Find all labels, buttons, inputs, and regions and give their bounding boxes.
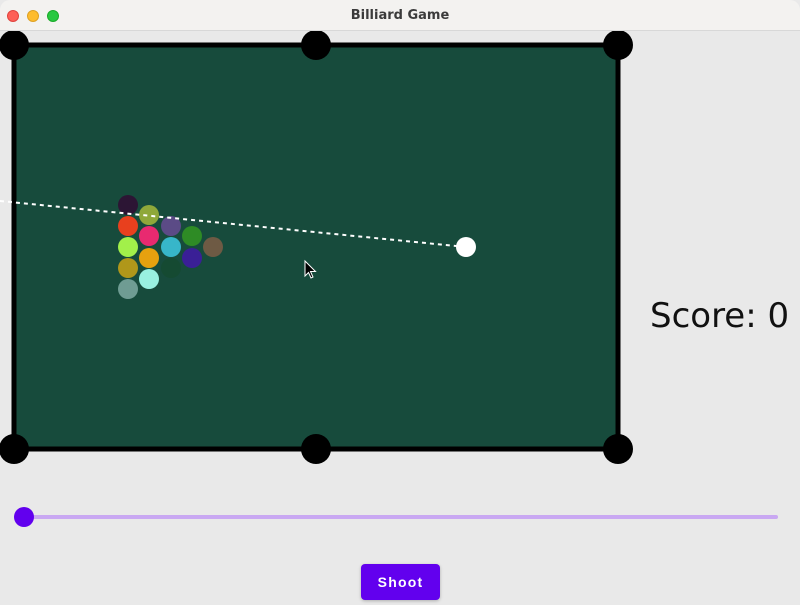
ball-2 [139, 205, 159, 225]
ball-12 [161, 258, 181, 278]
pocket-bottom-middle [301, 434, 331, 464]
pocket-bottom-left [0, 434, 29, 464]
shoot-button[interactable]: Shoot [361, 564, 440, 600]
cue-ball[interactable] [456, 237, 476, 257]
billiard-table[interactable] [0, 31, 640, 471]
ball-7 [161, 237, 181, 257]
ball-9 [203, 237, 223, 257]
ball-6 [118, 237, 138, 257]
ball-10 [118, 258, 138, 278]
app-window: Billiard Game Score: 0 Shoot [0, 0, 800, 605]
table-felt[interactable] [11, 42, 621, 452]
window-title: Billiard Game [350, 8, 450, 23]
ball-4 [139, 226, 159, 246]
ball-14 [118, 279, 138, 299]
score-label: Score: 0 [650, 296, 790, 336]
pocket-bottom-right [603, 434, 633, 464]
ball-15 [139, 269, 159, 289]
slider-track[interactable] [24, 515, 778, 519]
ball-8 [182, 226, 202, 246]
ball-11 [139, 248, 159, 268]
pocket-top-right [603, 31, 633, 60]
slider-thumb[interactable] [14, 507, 34, 527]
title-bar: Billiard Game [0, 0, 800, 31]
pocket-top-middle [301, 31, 331, 60]
billiard-table-area[interactable] [0, 31, 640, 471]
ball-13 [182, 248, 202, 268]
power-slider[interactable] [14, 506, 784, 528]
ball-3 [118, 216, 138, 236]
